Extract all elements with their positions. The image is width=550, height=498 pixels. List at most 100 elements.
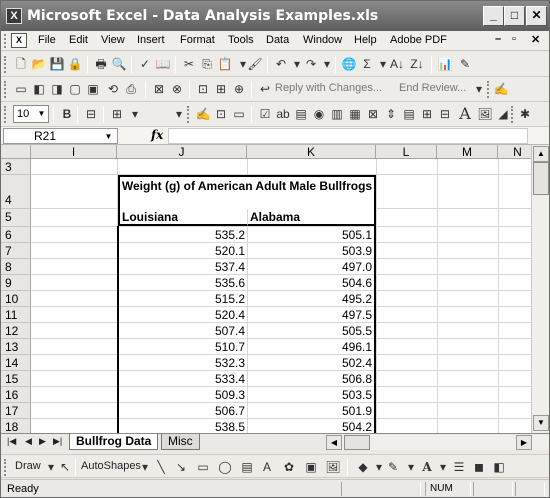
wizard-icon[interactable]: ✱ (517, 106, 533, 122)
alabama-value[interactable]: 496.1 (248, 339, 374, 355)
merge-center-icon[interactable]: ⊟ (83, 106, 99, 122)
row-header[interactable]: 10 (1, 291, 31, 307)
column-header-i[interactable]: I (31, 145, 117, 159)
scroll-bar-icon[interactable]: ⊠ (365, 106, 381, 122)
row-header[interactable]: 9 (1, 275, 31, 291)
line-style-icon[interactable]: ☰ (451, 459, 467, 475)
row-header[interactable]: 16 (1, 387, 31, 403)
new-comment-icon[interactable]: ▭ (13, 81, 29, 97)
scroll-left-icon[interactable]: ◀ (326, 435, 342, 450)
toolbar-grip[interactable] (4, 34, 8, 48)
help-icon[interactable]: ✍ (493, 81, 509, 97)
row-header[interactable]: 17 (1, 403, 31, 419)
horizontal-scrollbar[interactable]: ◀ ▶ (326, 435, 549, 450)
excel-icon[interactable]: X (6, 8, 22, 24)
shadow-icon[interactable]: ◼ (471, 459, 487, 475)
scroll-right-icon[interactable]: ▶ (516, 435, 532, 450)
drawing-icon[interactable]: ✎ (457, 56, 473, 72)
louisiana-value[interactable]: 506.7 (119, 403, 247, 419)
shape-icon[interactable]: ◢ (495, 106, 511, 122)
checkbox-icon[interactable]: ☑ (257, 106, 273, 122)
track-changes-icon[interactable]: ⟲ (105, 81, 121, 97)
sheet-tab-misc[interactable]: Misc (161, 434, 200, 450)
worksheet-grid[interactable]: I J K L M N 3 4 5 6 7 8 9 10 11 12 13 14 15 16 17 18 We… (1, 145, 531, 433)
alabama-value[interactable]: 501.9 (248, 403, 374, 419)
column-header-k[interactable]: K (247, 145, 376, 159)
ink-annotations-icon[interactable]: ⊕ (231, 81, 247, 97)
3d-icon[interactable]: ◧ (491, 459, 507, 475)
toolbar-options-icon[interactable]: ▾ (471, 81, 487, 97)
sort-descending-icon[interactable]: Z↓ (409, 56, 425, 72)
insert-function-icon[interactable]: fx (151, 128, 163, 142)
fill-color-icon[interactable]: ◆ (355, 459, 371, 475)
diagram-icon[interactable]: ✿ (281, 459, 297, 475)
next-comment-icon[interactable]: ◨ (49, 81, 65, 97)
protect-sheet-icon[interactable]: ⊡ (195, 81, 211, 97)
group-box-icon[interactable]: ⊡ (213, 106, 229, 122)
permission-icon[interactable]: 🔒 (67, 56, 83, 72)
previous-comment-icon[interactable]: ◧ (31, 81, 47, 97)
scroll-down-icon[interactable]: ▼ (533, 415, 549, 431)
toolbar-grip[interactable] (487, 81, 491, 98)
column-header-m[interactable]: M (437, 145, 498, 159)
header-alabama[interactable]: Alabama (247, 209, 376, 226)
dropdown-icon[interactable]: ▾ (435, 459, 451, 475)
autoshapes-menu-button[interactable]: AutoShapes (81, 460, 141, 472)
redo-icon[interactable]: ↷ (303, 56, 319, 72)
menu-insert[interactable]: Insert (137, 34, 165, 46)
end-review-button[interactable]: End Review... (399, 82, 466, 94)
menu-adobe-pdf[interactable]: Adobe PDF (390, 34, 447, 46)
paste-icon[interactable]: 📋 (217, 56, 233, 72)
select-objects-icon[interactable]: ↖ (57, 459, 73, 475)
row-header[interactable]: 14 (1, 355, 31, 371)
louisiana-value[interactable]: 515.2 (119, 291, 247, 307)
row-header[interactable]: 4 (1, 175, 31, 209)
toolbar-options-icon[interactable]: ▾ (171, 106, 187, 122)
doc-minimize-button[interactable]: – (495, 33, 501, 45)
label-icon[interactable]: ✍ (195, 106, 211, 122)
menu-window[interactable]: Window (303, 34, 342, 46)
close-button[interactable]: ✕ (526, 6, 547, 26)
select-all-corner[interactable] (1, 145, 31, 159)
horizontal-scroll-thumb[interactable] (344, 435, 370, 450)
louisiana-value[interactable]: 535.6 (119, 275, 247, 291)
arrow-icon[interactable]: ↘ (173, 459, 189, 475)
spinner-icon[interactable]: ⇕ (383, 106, 399, 122)
maximize-button[interactable]: □ (504, 6, 525, 26)
cut-icon[interactable]: ✂ (181, 56, 197, 72)
rectangle-icon[interactable]: ▭ (195, 459, 211, 475)
text-icon[interactable]: A (457, 106, 473, 122)
menu-file[interactable]: File (38, 34, 56, 46)
save-icon[interactable]: 💾 (49, 56, 65, 72)
picture-icon[interactable]: 🖼 (325, 459, 341, 475)
edit-box-icon[interactable]: ab (275, 106, 291, 122)
vertical-scrollbar[interactable]: ▲ ▼ (531, 145, 549, 433)
row-header[interactable]: 12 (1, 323, 31, 339)
name-box[interactable]: R21 ▼ (3, 128, 118, 144)
list-box-icon[interactable]: ▥ (329, 106, 345, 122)
table-title[interactable]: Weight (g) of American Adult Male Bullfr… (118, 175, 376, 209)
alabama-value[interactable]: 502.4 (248, 355, 374, 371)
formula-input[interactable] (168, 128, 528, 144)
column-header-l[interactable]: L (376, 145, 437, 159)
research-icon[interactable]: 📖 (155, 56, 171, 72)
combo-box-icon[interactable]: ▦ (347, 106, 363, 122)
chart-wizard-icon[interactable]: 📊 (437, 56, 453, 72)
option-button-icon[interactable]: ▤ (293, 106, 309, 122)
louisiana-value[interactable]: 538.5 (119, 419, 247, 433)
row-header[interactable]: 5 (1, 209, 31, 227)
doc-restore-button[interactable]: ▫ (512, 33, 516, 45)
undo-icon[interactable]: ↶ (273, 56, 289, 72)
toolbar-grip[interactable] (4, 459, 8, 476)
louisiana-value[interactable]: 537.4 (119, 259, 247, 275)
row-header[interactable]: 11 (1, 307, 31, 323)
header-louisiana[interactable]: Louisiana (118, 209, 247, 226)
print-icon[interactable]: 🖶 (93, 56, 109, 72)
alabama-value[interactable]: 503.5 (248, 387, 374, 403)
menu-edit[interactable]: Edit (69, 34, 88, 46)
scroll-up-icon[interactable]: ▲ (533, 146, 549, 162)
wordart-icon[interactable]: A (259, 459, 275, 475)
dropdown-icon[interactable]: ▾ (403, 459, 419, 475)
reply-with-changes-button[interactable]: Reply with Changes... (275, 82, 382, 94)
alabama-value[interactable]: 506.8 (248, 371, 374, 387)
